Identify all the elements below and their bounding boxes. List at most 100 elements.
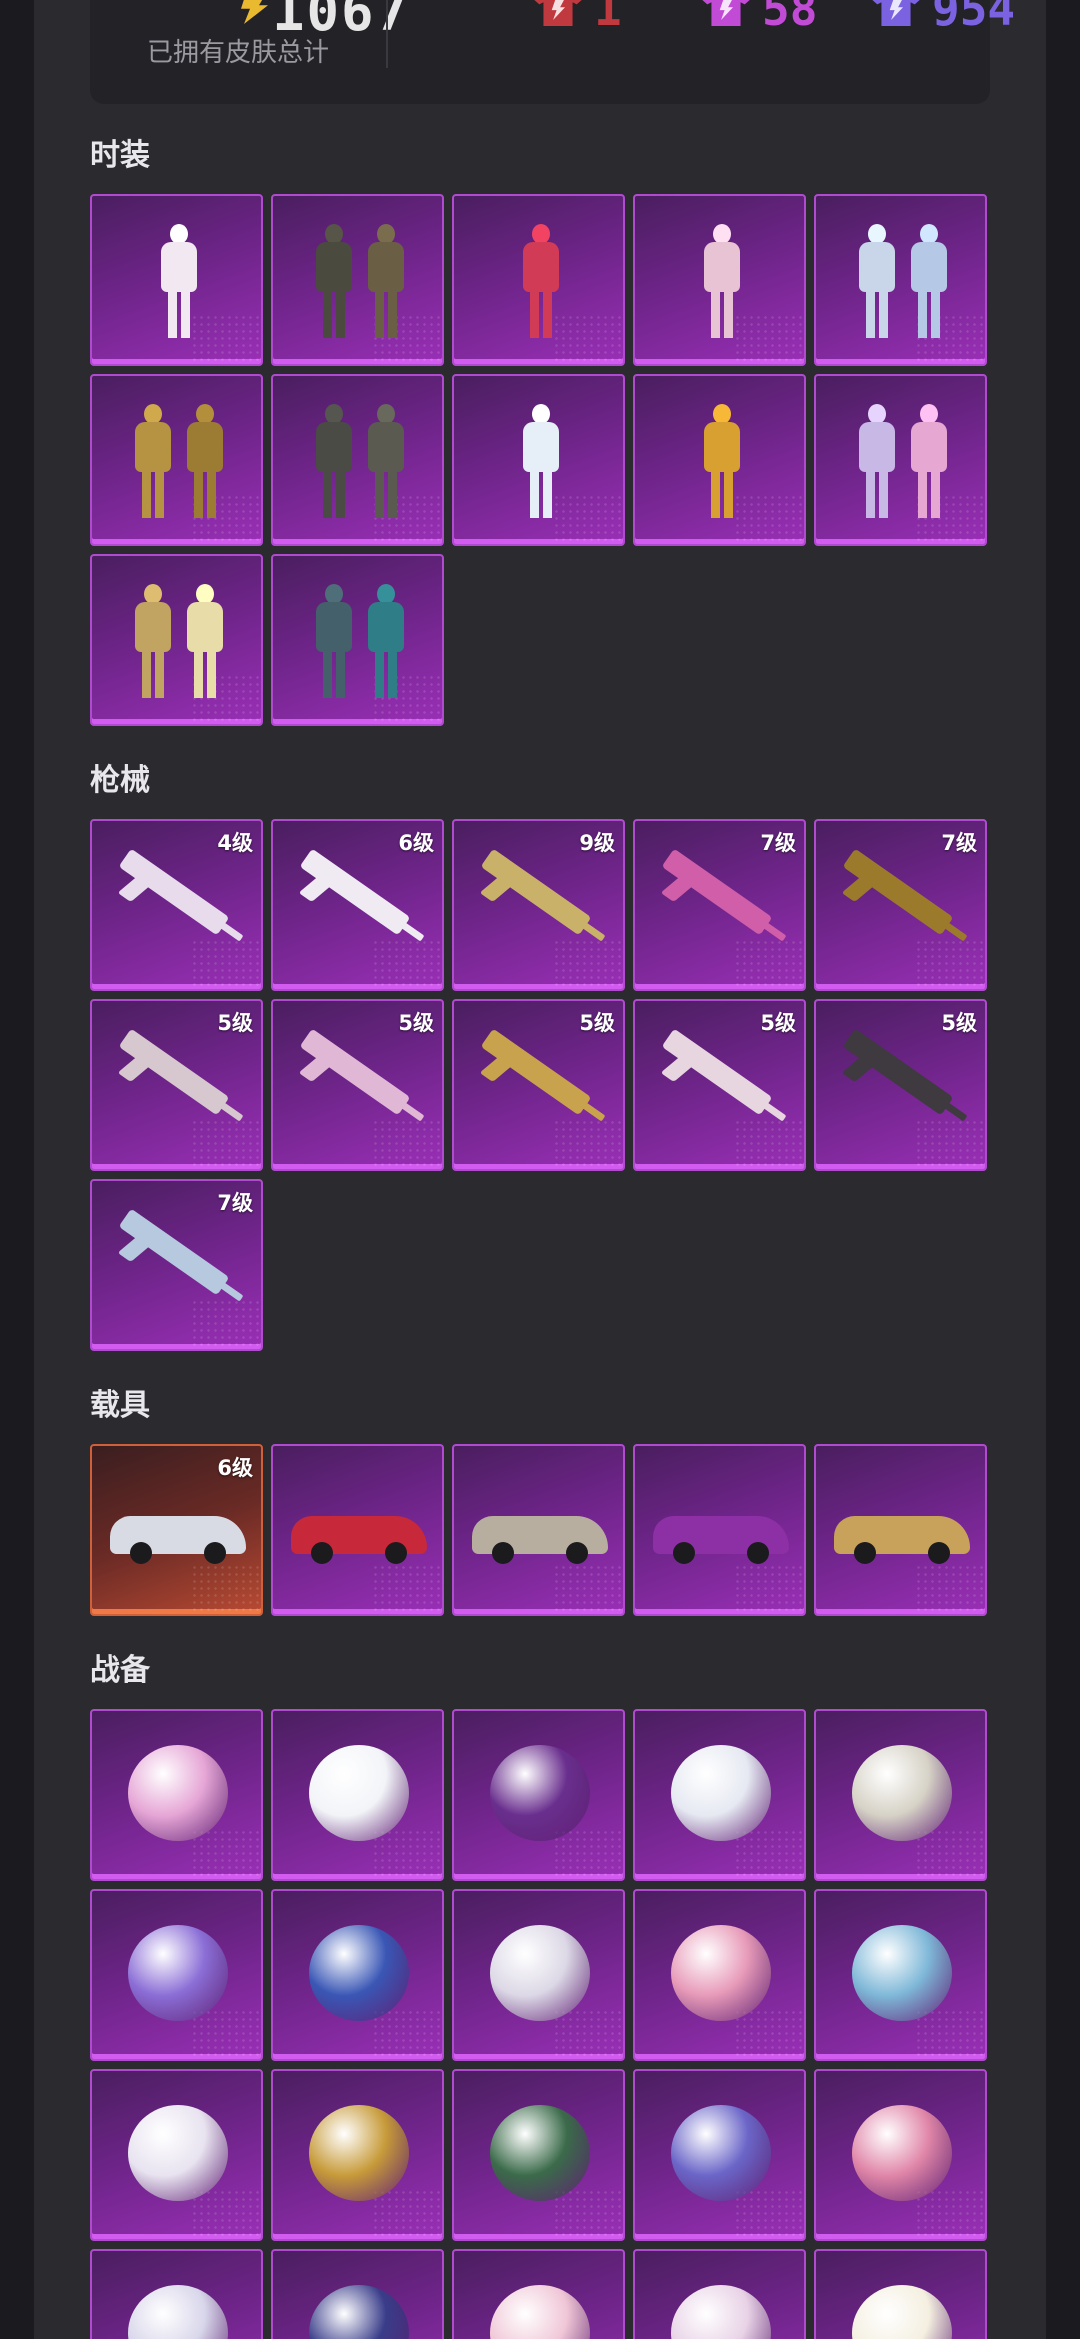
gear-skin-tile[interactable] [633,2069,806,2241]
gear-skin-tile[interactable] [814,1889,987,2061]
gear-skin-tile[interactable] [271,2069,444,2241]
gear-skin-tile[interactable] [271,1709,444,1881]
gear-item-icon [309,2105,409,2201]
gear-skin-tile[interactable] [633,1889,806,2061]
shirt-icon [700,0,752,26]
outfit-skin-tile[interactable] [633,194,806,366]
gear-skin-tile[interactable] [452,1709,625,1881]
vehicle-icon [472,1516,608,1564]
gun-icon [480,1028,592,1116]
gear-skin-tile[interactable] [271,1889,444,2061]
outfit-figure [852,224,902,340]
outfit-skin-tile[interactable] [271,374,444,546]
gun-skin-tile[interactable]: 6级 [271,819,444,991]
section-title-gear: 战备 [90,1653,150,1688]
gun-skin-tile[interactable]: 9级 [452,819,625,991]
gun-skin-tile[interactable]: 5级 [814,999,987,1171]
level-badge: 5级 [398,1011,434,1035]
gear-skin-tile[interactable] [452,1889,625,2061]
gun-skin-tile[interactable]: 5级 [452,999,625,1171]
gear-item-icon [309,2285,409,2339]
outfit-skin-tile[interactable] [452,374,625,546]
gun-icon [842,1028,954,1116]
outfit-skin-tile[interactable] [452,194,625,366]
vehicle-grid: 6级 [90,1444,992,1616]
gear-skin-tile[interactable] [271,2249,444,2339]
gun-icon [480,848,592,936]
outfit-figure [309,404,359,520]
outfit-figure [180,404,230,520]
gear-skin-tile[interactable] [90,1889,263,2061]
gear-item-icon [671,2105,771,2201]
vehicle-skin-tile[interactable]: 6级 [90,1444,263,1616]
gun-skin-tile[interactable]: 4级 [90,819,263,991]
lightning-icon [241,0,268,24]
gear-skin-tile[interactable] [90,1709,263,1881]
gear-item-icon [852,1745,952,1841]
vehicle-skin-tile[interactable] [633,1444,806,1616]
gun-icon [299,1028,411,1116]
gear-item-icon [490,1925,590,2021]
level-badge: 4级 [217,831,253,855]
gun-grid: 4级 6级 9级 7级 7级 5级 5级 5级 5级 5级 7级 [90,819,992,1351]
level-badge: 9级 [579,831,615,855]
section-title-outfit: 时装 [90,138,150,173]
stat-value: 58 [762,0,818,36]
outfit-skin-tile[interactable] [90,374,263,546]
gear-item-icon [128,2105,228,2201]
level-badge: 7级 [217,1191,253,1215]
gear-skin-tile[interactable] [90,2249,263,2339]
outfit-skin-tile[interactable] [90,194,263,366]
gear-skin-tile[interactable] [814,2069,987,2241]
gear-skin-tile[interactable] [814,1709,987,1881]
gear-skin-tile[interactable] [814,2249,987,2339]
level-badge: 5级 [941,1011,977,1035]
outfit-figure [904,404,954,520]
outfit-skin-tile[interactable] [633,374,806,546]
outfit-figure [516,404,566,520]
gun-icon [299,848,411,936]
level-badge: 5级 [579,1011,615,1035]
vehicle-skin-tile[interactable] [271,1444,444,1616]
gear-skin-tile[interactable] [452,2069,625,2241]
gear-skin-tile[interactable] [633,2249,806,2339]
outfit-skin-tile[interactable] [90,554,263,726]
stat-value: 954 [932,0,1016,36]
outfit-figure [697,224,747,340]
gun-icon [118,1208,230,1296]
outfit-grid [90,194,992,726]
gear-skin-tile[interactable] [90,2069,263,2241]
vehicle-skin-tile[interactable] [814,1444,987,1616]
gear-item-icon [309,1745,409,1841]
outfit-figure [128,584,178,700]
gun-skin-tile[interactable]: 7级 [633,819,806,991]
gear-skin-tile[interactable] [633,1709,806,1881]
outfit-skin-tile[interactable] [814,194,987,366]
gun-skin-tile[interactable]: 5级 [633,999,806,1171]
gear-skin-tile[interactable] [452,2249,625,2339]
skin-collection-page: 1067 已拥有皮肤总计 1 58 954 时装 枪械 4级 6级 9级 7级 7级 5级… [0,0,1080,2339]
gun-skin-tile[interactable]: 5级 [271,999,444,1171]
gun-skin-tile[interactable]: 7级 [814,819,987,991]
outfit-skin-tile[interactable] [271,554,444,726]
gear-item-icon [852,1925,952,2021]
outfit-figure [361,404,411,520]
gun-icon [118,848,230,936]
vehicle-skin-tile[interactable] [452,1444,625,1616]
outfit-figure [128,404,178,520]
outfit-skin-tile[interactable] [271,194,444,366]
outfit-skin-tile[interactable] [814,374,987,546]
gun-skin-tile[interactable]: 5级 [90,999,263,1171]
outfit-figure [904,224,954,340]
gun-icon [661,1028,773,1116]
vehicle-icon [653,1516,789,1564]
right-margin [1046,0,1080,2339]
outfit-figure [852,404,902,520]
vehicle-icon [110,1516,246,1564]
outfit-figure [309,224,359,340]
divider [386,0,388,68]
gear-item-icon [671,1745,771,1841]
gun-skin-tile[interactable]: 7级 [90,1179,263,1351]
gear-item-icon [128,2285,228,2339]
level-badge: 6级 [217,1456,253,1480]
